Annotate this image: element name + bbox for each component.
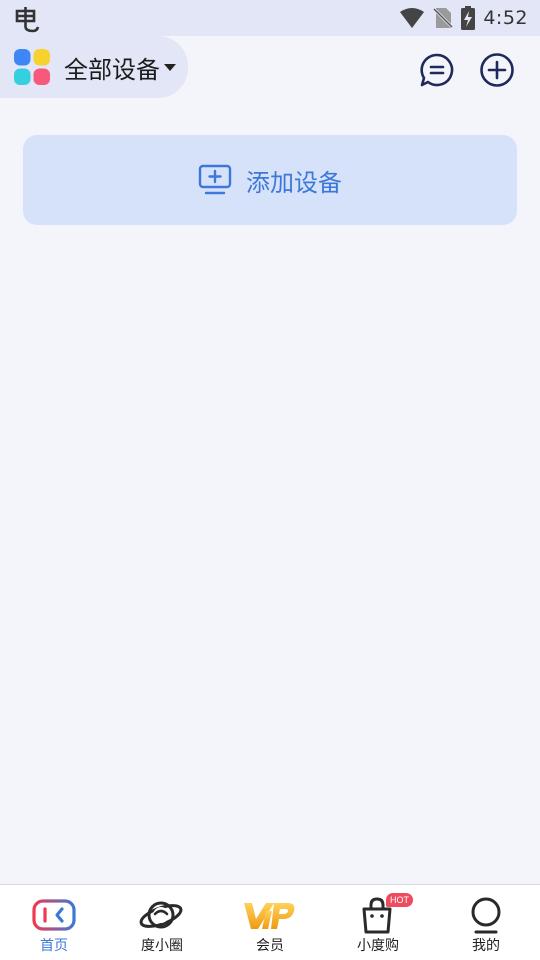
- bottom-nav: 首页 度小圈 会员 HOT 小度购 我的: [0, 884, 540, 960]
- hot-badge: HOT: [386, 893, 413, 907]
- app-notification-icon: [15, 7, 40, 33]
- add-device-button[interactable]: 添加设备: [23, 135, 517, 225]
- nav-label-me: 我的: [472, 938, 500, 954]
- caret-down-icon: [164, 63, 176, 71]
- status-bar: 4:52: [0, 0, 540, 36]
- device-filter-dropdown[interactable]: 全部设备: [0, 36, 188, 98]
- planet-icon: [139, 901, 183, 929]
- nav-label-shop: 小度购: [357, 938, 399, 954]
- device-filter-label: 全部设备: [64, 55, 160, 84]
- battery-charging-icon: [461, 6, 476, 30]
- nav-label-vip: 会员: [256, 938, 284, 954]
- monitor-plus-icon: [198, 164, 232, 195]
- vip-icon: [244, 903, 295, 929]
- no-sim-icon: [433, 7, 454, 29]
- app-screen: 4:52 全部设备 添加设备 首页 度小圈 会员 HOT 小度购 我的: [0, 0, 540, 960]
- add-circle-icon[interactable]: [479, 52, 515, 88]
- nav-item-circle[interactable]: 度小圈: [108, 885, 216, 960]
- nav-item-home[interactable]: 首页: [0, 885, 108, 960]
- nav-item-shop[interactable]: HOT 小度购: [324, 885, 432, 960]
- status-icons: 4:52: [399, 5, 528, 31]
- nav-label-circle: 度小圈: [141, 938, 183, 954]
- status-time: 4:52: [483, 7, 528, 29]
- wifi-icon: [400, 8, 425, 28]
- message-icon[interactable]: [419, 52, 455, 88]
- nav-item-me[interactable]: 我的: [432, 885, 540, 960]
- add-device-label: 添加设备: [246, 168, 342, 197]
- nav-item-vip[interactable]: 会员: [216, 885, 324, 960]
- home-icon: [32, 899, 76, 931]
- profile-icon: [471, 897, 501, 934]
- nav-label-home: 首页: [40, 938, 68, 954]
- device-grid-icon: [14, 49, 50, 85]
